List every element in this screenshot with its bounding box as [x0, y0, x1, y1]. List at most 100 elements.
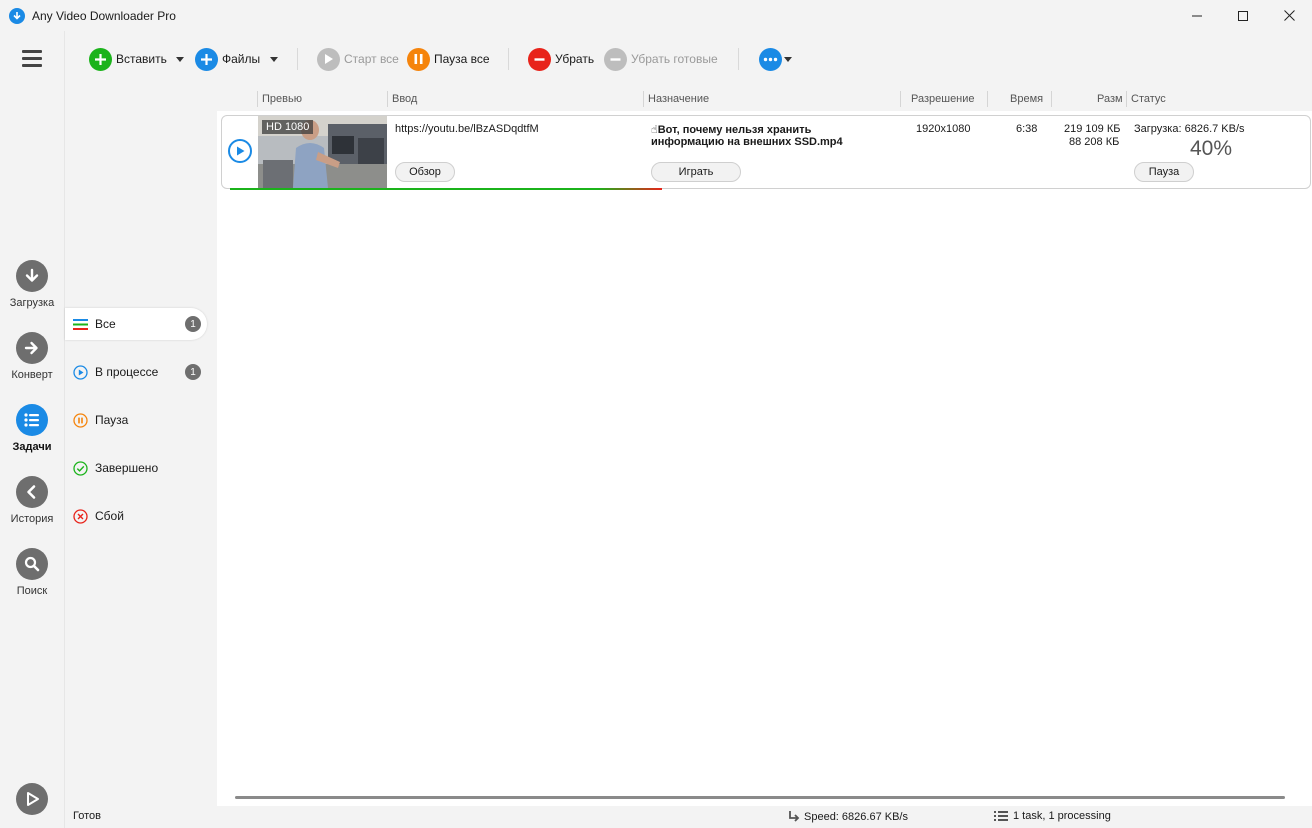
download-progress-fill	[230, 188, 662, 190]
download-status-text: Загрузка: 6826.7 KB/s	[1134, 123, 1245, 135]
destination-filename-line1: ☝Вот, почему нельзя хранить	[651, 124, 812, 136]
plus-icon	[195, 47, 218, 71]
nav-item-download[interactable]: Загрузка	[0, 260, 64, 309]
window-title: Any Video Downloader Pro	[32, 8, 176, 23]
check-circle-icon	[73, 460, 88, 476]
minus-icon	[604, 47, 627, 71]
filter-completed[interactable]: Завершено	[65, 452, 207, 484]
left-nav-bar: Загрузка Конверт Задачи История Поиск	[0, 31, 65, 828]
nav-label-search: Поиск	[16, 585, 48, 597]
column-header-input[interactable]: Ввод	[392, 87, 418, 111]
status-bar: Готов Speed: 6826.67 KB/s 1 task, 1 proc…	[65, 806, 1312, 828]
more-dropdown-chevron-down-icon[interactable]	[784, 57, 792, 62]
status-speed-text: Speed: 6826.67 KB/s	[804, 811, 908, 823]
start-all-button[interactable]: Старт все	[317, 47, 399, 71]
pause-circle-icon	[73, 412, 88, 428]
task-list-area: Превью Ввод Назначение Разрешение Время …	[217, 87, 1312, 806]
video-thumbnail[interactable]: HD 1080	[258, 116, 387, 188]
filter-all-label: Все	[95, 317, 116, 331]
filter-in-progress[interactable]: В процессе 1	[65, 356, 207, 388]
column-header-preview[interactable]: Превью	[262, 87, 302, 111]
download-progress-bar	[230, 188, 1310, 190]
hamburger-menu-icon[interactable]	[22, 50, 42, 68]
speed-arrow-icon	[789, 811, 800, 822]
search-icon	[16, 548, 48, 580]
pause-icon	[407, 47, 430, 71]
play-circle-icon	[73, 364, 88, 380]
filter-paused[interactable]: Пауза	[65, 404, 207, 436]
pause-task-button[interactable]: Пауза	[1134, 162, 1194, 182]
files-button[interactable]: Файлы	[195, 47, 260, 71]
toolbar: Вставить Файлы Старт все Пауза все Убрат…	[65, 31, 1312, 87]
nav-item-search[interactable]: Поиск	[0, 548, 64, 597]
play-icon	[317, 47, 340, 71]
tasks-list-icon	[16, 404, 48, 436]
size-downloaded-value: 88 208 КБ	[1069, 136, 1120, 148]
task-row[interactable]: HD 1080 https://youtu.be/lBzASDqdtfM Обз…	[221, 115, 1311, 190]
nav-item-history[interactable]: История	[0, 476, 64, 525]
column-header-resolution[interactable]: Разрешение	[911, 87, 975, 111]
column-header-status[interactable]: Статус	[1131, 87, 1166, 111]
filter-failed-label: Сбой	[95, 509, 124, 523]
remove-done-button[interactable]: Убрать готовые	[604, 47, 718, 71]
download-arrow-icon	[16, 260, 48, 292]
paste-label: Вставить	[116, 52, 167, 66]
filter-all[interactable]: Все 1	[65, 308, 207, 340]
error-circle-icon	[73, 508, 88, 524]
maximize-button[interactable]	[1220, 0, 1266, 31]
filter-all-count-badge: 1	[185, 316, 201, 332]
history-back-icon	[16, 476, 48, 508]
minimize-icon	[1192, 15, 1202, 16]
remove-done-label: Убрать готовые	[631, 52, 718, 66]
status-tasks: 1 task, 1 processing	[994, 810, 1111, 822]
toolbar-divider	[297, 48, 298, 70]
nav-label-history: История	[10, 513, 54, 525]
nav-label-download: Загрузка	[9, 297, 55, 309]
filter-in-progress-label: В процессе	[95, 365, 159, 379]
play-file-button[interactable]: Играть	[651, 162, 741, 182]
filter-paused-label: Пауза	[95, 413, 129, 427]
toolbar-divider	[508, 48, 509, 70]
close-button[interactable]	[1266, 0, 1312, 31]
browse-label: Обзор	[409, 166, 441, 178]
nav-item-convert[interactable]: Конверт	[0, 332, 64, 381]
status-state-text: Готов	[73, 810, 101, 822]
task-list-icon	[994, 811, 1008, 821]
convert-arrow-icon	[16, 332, 48, 364]
play-file-label: Играть	[678, 166, 714, 178]
more-options-button[interactable]	[759, 47, 782, 71]
paste-button[interactable]: Вставить	[89, 47, 167, 71]
pause-all-button[interactable]: Пауза все	[407, 47, 490, 71]
duration-value: 6:38	[1016, 123, 1038, 135]
paste-dropdown-chevron-down-icon[interactable]	[176, 57, 184, 62]
filter-in-progress-count-badge: 1	[185, 364, 201, 380]
close-icon	[1283, 10, 1295, 21]
start-all-label: Старт все	[344, 52, 399, 66]
nav-item-tasks[interactable]: Задачи	[0, 404, 64, 453]
status-tasks-text: 1 task, 1 processing	[1013, 810, 1111, 822]
minimize-button[interactable]	[1174, 0, 1220, 31]
nav-label-convert: Конверт	[11, 369, 53, 381]
plus-icon	[89, 47, 112, 71]
column-header-time[interactable]: Время	[1010, 87, 1044, 111]
pause-all-label: Пауза все	[434, 52, 490, 66]
filter-failed[interactable]: Сбой	[65, 500, 207, 532]
column-header-destination[interactable]: Назначение	[648, 87, 710, 111]
size-total-value: 219 109 КБ	[1064, 123, 1121, 135]
files-dropdown-chevron-down-icon[interactable]	[270, 57, 278, 62]
minus-icon	[528, 47, 551, 71]
remove-button[interactable]: Убрать	[528, 47, 594, 71]
source-url: https://youtu.be/lBzASDqdtfM	[395, 123, 539, 135]
more-dots-icon	[759, 47, 782, 71]
app-logo-icon	[9, 7, 25, 24]
media-player-icon[interactable]	[16, 783, 48, 815]
nav-label-tasks: Задачи	[12, 441, 52, 453]
column-header-size[interactable]: Разм	[1097, 87, 1123, 111]
task-filter-panel: Все 1 В процессе 1 Пауза Завершено Сбой	[65, 87, 217, 806]
horizontal-scrollbar[interactable]	[235, 796, 1285, 799]
destination-filename-line2: информацию на внешних SSD.mp4	[651, 136, 843, 148]
files-label: Файлы	[222, 52, 261, 66]
play-preview-icon[interactable]	[228, 139, 252, 163]
browse-button[interactable]: Обзор	[395, 162, 455, 182]
pause-task-label: Пауза	[1148, 166, 1180, 178]
